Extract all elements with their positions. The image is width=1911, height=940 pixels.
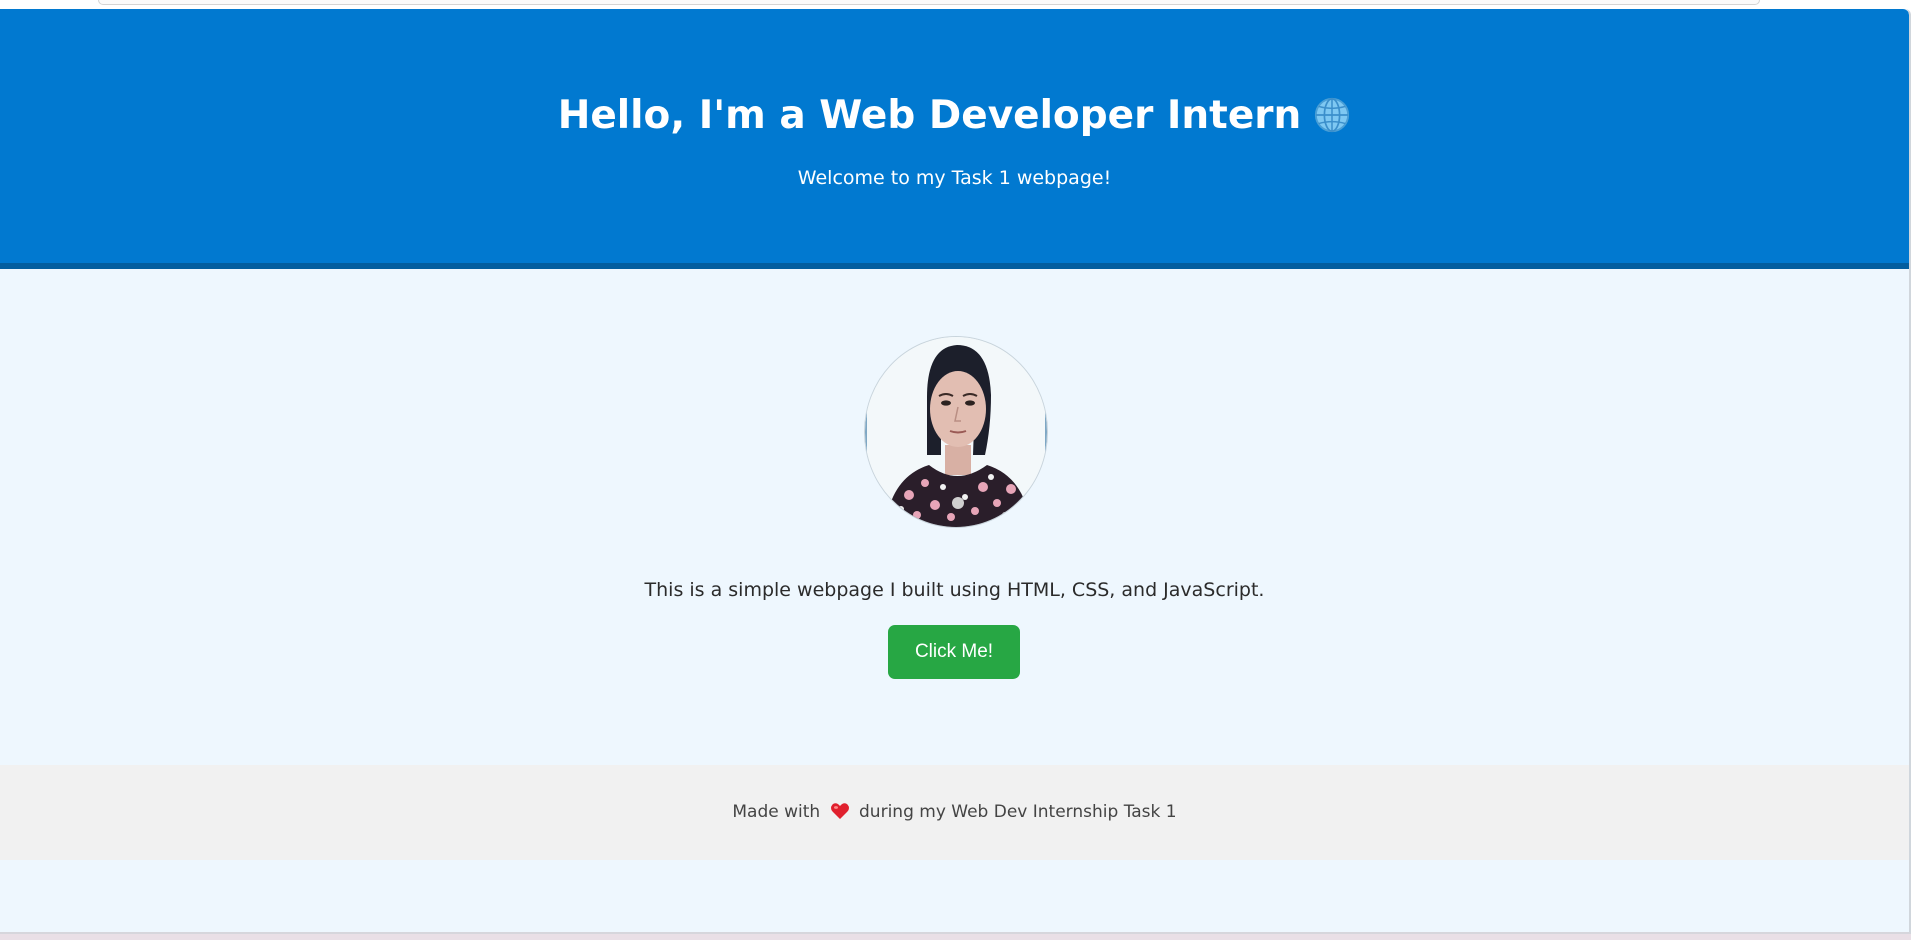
footer-text: Made with during my Web Dev Internship T… — [0, 802, 1909, 822]
heart-icon — [830, 803, 849, 819]
main-content: This is a simple webpage I built using H… — [0, 269, 1909, 765]
avatar — [865, 337, 1047, 527]
profile-photo — [865, 337, 1047, 527]
browser-frame-edge — [98, 0, 1760, 5]
page-title: Hello, I'm a Web Developer Intern — [0, 93, 1909, 138]
webpage: Hello, I'm a Web Developer Intern Welcom… — [0, 9, 1911, 934]
browser-viewport: Hello, I'm a Web Developer Intern Welcom… — [0, 0, 1911, 940]
page-title-text: Hello, I'm a Web Developer Intern — [557, 93, 1302, 138]
page-header: Hello, I'm a Web Developer Intern Welcom… — [0, 9, 1909, 269]
page-footer: Made with during my Web Dev Internship T… — [0, 765, 1909, 860]
window-bottom-edge — [0, 934, 1911, 940]
click-me-button[interactable]: Click Me! — [888, 625, 1020, 679]
globe-icon — [1315, 97, 1350, 133]
footer-suffix: during my Web Dev Internship Task 1 — [859, 802, 1177, 822]
footer-prefix: Made with — [732, 802, 821, 822]
page-subtitle: Welcome to my Task 1 webpage! — [797, 167, 1112, 189]
intro-text: This is a simple webpage I built using H… — [644, 579, 1265, 601]
